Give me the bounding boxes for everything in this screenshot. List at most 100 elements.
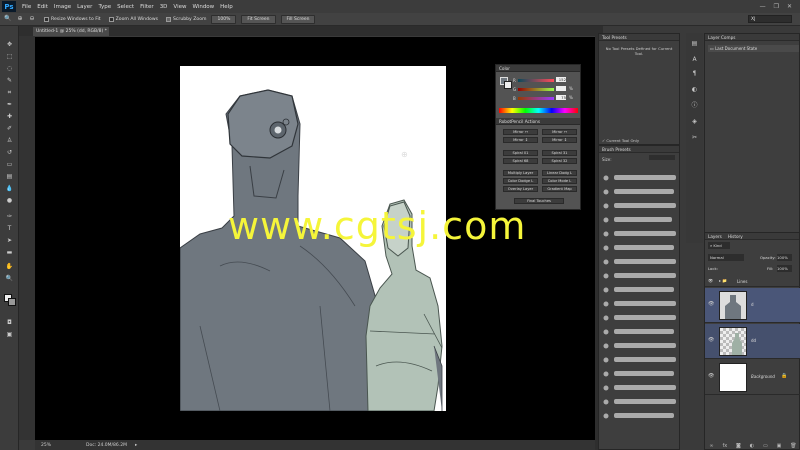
spiral-31-button[interactable]: Spiral 31	[542, 150, 577, 156]
layer-row-dd[interactable]: 👁 dd	[705, 324, 800, 359]
eye-icon[interactable]: 👁	[708, 373, 714, 379]
restore-icon[interactable]: ❐	[774, 3, 779, 10]
menu-view[interactable]: View	[173, 4, 186, 10]
layer-group-lines[interactable]: 👁 ▸ 📁 Lines	[705, 277, 800, 287]
move-icon[interactable]: ✥	[3, 40, 16, 49]
menu-file[interactable]: File	[22, 4, 31, 10]
blend-mode-select[interactable]: Normal	[708, 254, 744, 261]
workspace-select[interactable]: XJ	[748, 15, 792, 23]
tool-presets-panel-icon[interactable]: ✂	[690, 133, 699, 142]
mirror-h-button[interactable]: Mirror ↔	[503, 129, 538, 135]
type-icon[interactable]: T	[3, 224, 16, 233]
mirror-v-button[interactable]: Mirror ↕	[503, 137, 538, 143]
paragraph-panel-icon[interactable]: ¶	[690, 69, 699, 78]
red-slider[interactable]: R 152	[513, 77, 573, 83]
dodge-icon[interactable]: ●	[3, 196, 16, 205]
layer-comps-title[interactable]: Layer Comps	[705, 34, 799, 41]
fx-icon[interactable]: fx	[722, 443, 727, 449]
menu-filter[interactable]: Filter	[140, 4, 154, 10]
eye-icon[interactable]: 👁	[708, 337, 714, 343]
menu-window[interactable]: Window	[192, 4, 214, 10]
eye-icon[interactable]: 👁	[708, 278, 713, 283]
marquee-icon[interactable]: ⬚	[3, 52, 16, 61]
blue-value[interactable]: 75	[556, 95, 566, 100]
current-tool-only-checkbox[interactable]: ✓ Current Tool Only	[602, 138, 639, 143]
last-document-state-row[interactable]: ▭ Last Document State	[708, 45, 799, 52]
red-value[interactable]: 152	[556, 77, 566, 82]
multiply-layer-button[interactable]: Multiply Layer	[503, 170, 538, 176]
zoom-in-icon[interactable]: ⊕	[16, 15, 24, 23]
mask-icon[interactable]: ◙	[736, 443, 741, 449]
overlay-layer-button[interactable]: Overlay Layer	[503, 186, 538, 192]
eye-icon[interactable]: 👁	[708, 301, 714, 307]
color-spectrum-ramp[interactable]	[499, 108, 578, 113]
eyedropper-icon[interactable]: ✒	[3, 100, 16, 109]
final-touches-button[interactable]: Final Touches	[514, 198, 564, 204]
layer-row-d[interactable]: 👁 d	[705, 288, 800, 323]
new-layer-icon[interactable]: ▣	[777, 443, 782, 449]
spiral-01-button[interactable]: Spiral 01	[503, 150, 538, 156]
quick-mask-icon[interactable]: ◘	[3, 318, 16, 327]
path-select-icon[interactable]: ➤	[3, 236, 16, 245]
styles-panel-icon[interactable]: ◐	[690, 85, 699, 94]
screen-mode-icon[interactable]: ▣	[3, 330, 16, 339]
brush-size-slider[interactable]	[649, 155, 675, 160]
spiral-68-button[interactable]: Spiral 68	[503, 158, 538, 164]
history-brush-icon[interactable]: ↺	[3, 148, 16, 157]
pen-icon[interactable]: ✑	[3, 212, 16, 221]
linear-dodge-button[interactable]: Linear Dodg L	[542, 170, 577, 176]
history-panel-icon[interactable]: ▤	[690, 39, 699, 48]
menu-3d[interactable]: 3D	[160, 4, 168, 10]
fill-screen-button[interactable]: Fill Screen	[280, 14, 316, 24]
scrubby-zoom-checkbox[interactable]	[165, 16, 171, 22]
menu-type[interactable]: Type	[98, 4, 111, 10]
menu-help[interactable]: Help	[220, 4, 233, 10]
tab-layers[interactable]: Layers	[708, 233, 722, 239]
eraser-icon[interactable]: ▭	[3, 160, 16, 169]
zoom-level[interactable]: 25%	[41, 443, 61, 448]
zoom-icon[interactable]: 🔍	[3, 274, 16, 283]
green-value[interactable]	[556, 86, 566, 91]
navigator-panel-icon[interactable]: ◈	[690, 117, 699, 126]
menu-select[interactable]: Select	[117, 4, 134, 10]
link-icon[interactable]: ∞	[709, 443, 713, 449]
fit-screen-button[interactable]: Fit Screen	[241, 14, 276, 24]
brush-icon[interactable]: ✐	[3, 124, 16, 133]
spiral-32-button[interactable]: Spiral 32	[542, 158, 577, 164]
close-icon[interactable]: ✕	[787, 3, 792, 10]
brush-stroke-list[interactable]	[599, 168, 681, 438]
color-dodge-button[interactable]: Color Dodge L	[503, 178, 538, 184]
opacity-input[interactable]: 100%	[777, 254, 792, 261]
color-mode-button[interactable]: Color Mode L	[542, 178, 577, 184]
mirror-h-button-2[interactable]: Mirror ↔	[542, 129, 577, 135]
tab-history[interactable]: History	[728, 233, 743, 239]
resize-windows-checkbox[interactable]	[44, 16, 49, 22]
color-panel-title[interactable]: Color	[496, 65, 580, 72]
gradient-map-button[interactable]: Gradient Map	[542, 186, 577, 192]
layer-row-background[interactable]: 👁 Background 🔒	[705, 360, 800, 395]
color-bg-swatch[interactable]	[504, 81, 512, 89]
zoom-tool-icon[interactable]: 🔍	[4, 15, 12, 23]
hand-icon[interactable]: ✋	[3, 262, 16, 271]
actions-panel-title[interactable]: RobotPencil Actions	[496, 118, 580, 125]
info-panel-icon[interactable]: ⓘ	[690, 101, 699, 110]
brush-presets-title[interactable]: Brush Presets	[599, 146, 679, 153]
blue-slider[interactable]: B 75 %	[513, 95, 573, 101]
zoom-out-icon[interactable]: ⊖	[28, 15, 36, 23]
shape-icon[interactable]: ▬	[3, 248, 16, 257]
menu-image[interactable]: Image	[54, 4, 71, 10]
character-panel-icon[interactable]: A	[690, 55, 699, 64]
zoom-100-button[interactable]: 100%	[211, 14, 237, 24]
stamp-icon[interactable]: ♙	[3, 136, 16, 145]
zoom-all-checkbox[interactable]	[108, 16, 114, 22]
mirror-v-button-2[interactable]: Mirror ↕	[542, 137, 577, 143]
fill-input[interactable]: 100%	[777, 265, 792, 272]
quick-select-icon[interactable]: ✎	[3, 76, 16, 85]
healing-icon[interactable]: ✚	[3, 112, 16, 121]
gradient-icon[interactable]: ▤	[3, 172, 16, 181]
crop-icon[interactable]: ⌗	[3, 88, 16, 97]
trash-icon[interactable]: 🗑	[790, 443, 796, 449]
document-tab[interactable]: Untitled-1 @ 25% (dd, RGB/8) *	[33, 27, 109, 36]
green-slider[interactable]: G %	[513, 86, 573, 92]
blur-icon[interactable]: 💧	[3, 184, 16, 193]
